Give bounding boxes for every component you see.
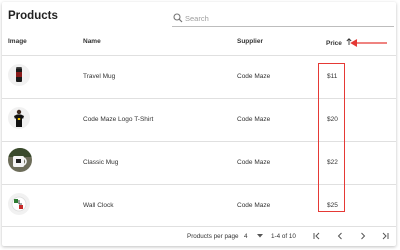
search-input[interactable]: [185, 12, 385, 25]
product-name: Travel Mug: [83, 73, 116, 80]
chevron-right-icon: [361, 232, 366, 240]
rows-per-page-value: 4: [244, 233, 248, 240]
annotation-arrow-icon: [350, 39, 387, 47]
search-box[interactable]: [172, 12, 394, 27]
classic-mug-image: [8, 148, 32, 172]
previous-page-button[interactable]: [336, 232, 344, 242]
column-header-supplier: Supplier: [237, 38, 264, 45]
price-header-label: Price: [326, 40, 342, 47]
dropdown-arrow-icon: [257, 233, 264, 240]
product-name: Code Maze Logo T-Shirt: [83, 116, 154, 123]
travel-mug-image: [8, 64, 30, 86]
supplier: Code Maze: [237, 159, 271, 166]
product-name: Classic Mug: [83, 159, 119, 166]
last-page-icon: [382, 232, 389, 240]
first-page-button[interactable]: [313, 232, 321, 242]
product-name: Wall Clock: [83, 202, 114, 209]
page-title: Products: [8, 10, 58, 22]
first-page-icon: [313, 232, 320, 240]
supplier: Code Maze: [237, 73, 271, 80]
column-header-image: Image: [8, 38, 27, 45]
supplier: Code Maze: [237, 202, 271, 209]
column-header-name: Name: [83, 38, 101, 45]
next-page-button[interactable]: [359, 232, 367, 242]
column-header-price[interactable]: Price: [326, 38, 352, 47]
last-page-button[interactable]: [381, 232, 389, 242]
chevron-left-icon: [337, 232, 342, 240]
pagination-range: 1-4 of 10: [271, 233, 296, 240]
rows-per-page-select[interactable]: 4: [244, 233, 264, 240]
row-divider: [2, 226, 396, 227]
search-icon: [173, 13, 183, 23]
supplier: Code Maze: [237, 116, 271, 123]
tshirt-image: [8, 107, 30, 129]
wall-clock-image: [8, 193, 30, 215]
rows-per-page-label: Products per page: [187, 233, 239, 240]
price-column-highlight: [318, 63, 345, 212]
